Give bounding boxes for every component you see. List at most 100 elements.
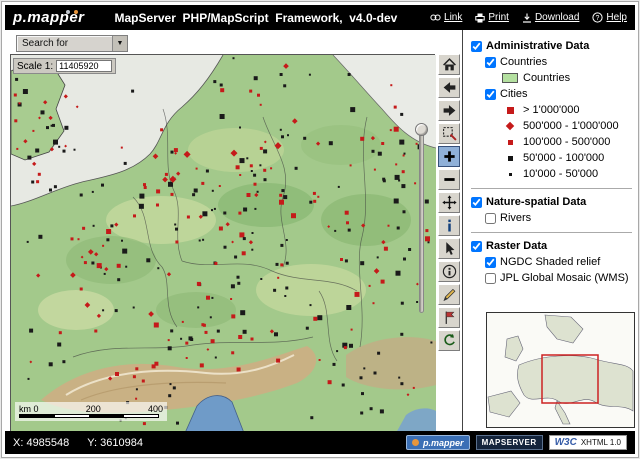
legend-symbol-cell bbox=[501, 73, 519, 83]
layer-checkbox-countries[interactable] bbox=[485, 56, 496, 68]
map-scalebar: km 0 200 400 bbox=[15, 402, 167, 421]
tool-refresh-button[interactable] bbox=[438, 330, 460, 351]
scale-label: Scale 1: bbox=[17, 60, 54, 72]
search-for-label: Search for bbox=[22, 38, 69, 49]
group-checkbox-administrative[interactable] bbox=[471, 40, 482, 52]
help-label: Help bbox=[606, 12, 627, 23]
legend-layer-row: Cities bbox=[471, 86, 632, 102]
tool-zoom-out-button[interactable] bbox=[438, 169, 460, 190]
svg-text:?: ? bbox=[596, 15, 600, 22]
legend-symbol-cell bbox=[501, 172, 519, 176]
footer-badges: p.mapper MAPSERVER W3C XHTML 1.0 bbox=[406, 435, 627, 450]
w3c-badge-label: W3C bbox=[554, 437, 577, 448]
x-coordinate: X: 4985548 bbox=[13, 436, 70, 449]
map-canvas[interactable] bbox=[11, 55, 436, 433]
layer-label: JPL Global Mosaic (WMS) bbox=[500, 272, 629, 284]
help-link[interactable]: ? Help bbox=[592, 12, 627, 23]
app-window: p.mapper MapServer PHP/MapScript Framewo… bbox=[1, 1, 639, 458]
layer-label: Rivers bbox=[500, 212, 532, 224]
zoom-slider[interactable] bbox=[414, 123, 429, 315]
zoom-selected-icon bbox=[442, 126, 457, 141]
tool-add-point-button[interactable] bbox=[438, 307, 460, 328]
refresh-icon bbox=[442, 333, 457, 348]
search-for-dropdown[interactable]: Search for ▼ bbox=[16, 35, 128, 52]
layer-checkbox-jpl[interactable] bbox=[485, 272, 496, 284]
layer-checkbox-ngdc[interactable] bbox=[485, 256, 496, 268]
tool-pan-button[interactable] bbox=[438, 192, 460, 213]
green-fill-swatch bbox=[502, 73, 518, 83]
legend-symbol-cell bbox=[501, 155, 519, 161]
map-toolbar bbox=[438, 54, 462, 351]
tool-forward-button[interactable] bbox=[438, 100, 460, 121]
legend-group-label: Administrative Data bbox=[486, 40, 590, 52]
app-logo: p.mapper bbox=[13, 9, 93, 26]
home-icon bbox=[442, 57, 457, 72]
layer-checkbox-rivers[interactable] bbox=[485, 212, 496, 224]
arrow-right-icon bbox=[442, 103, 457, 118]
legend-layer-row: Countries bbox=[471, 54, 632, 70]
class-label: 50'000 - 100'000 bbox=[523, 152, 605, 164]
scalebar-zero-label: km 0 bbox=[19, 404, 39, 414]
zoom-slider-track[interactable] bbox=[419, 132, 424, 313]
group-checkbox-nature[interactable] bbox=[471, 196, 482, 208]
legend-group-administrative: Administrative Data Countries Countries … bbox=[471, 38, 632, 188]
download-icon bbox=[522, 13, 532, 23]
legend-group-raster: Raster Data NGDC Shaded relief JPL Globa… bbox=[471, 232, 632, 292]
tool-back-button[interactable] bbox=[438, 77, 460, 98]
tool-zoom-selected-button[interactable] bbox=[438, 123, 460, 144]
group-checkbox-raster[interactable] bbox=[471, 240, 482, 252]
status-bar: X: 4985548 Y: 3610984 p.mapper MAPSERVER… bbox=[5, 431, 635, 454]
tool-tooltip-button[interactable] bbox=[438, 261, 460, 282]
flag-icon bbox=[442, 310, 457, 325]
help-icon: ? bbox=[592, 12, 604, 23]
map-viewport[interactable]: Scale 1: km 0 200 400 bbox=[10, 54, 436, 433]
class-label: 500'000 - 1'000'000 bbox=[523, 120, 619, 132]
legend-group-label: Nature-spatial Data bbox=[486, 196, 587, 208]
minus-icon bbox=[442, 172, 457, 187]
print-label: Print bbox=[488, 12, 509, 23]
link-label: Link bbox=[444, 12, 463, 23]
legend-layer-row: JPL Global Mosaic (WMS) bbox=[471, 270, 632, 286]
w3c-xhtml-badge[interactable]: W3C XHTML 1.0 bbox=[548, 435, 627, 450]
download-label: Download bbox=[534, 12, 580, 23]
reference-map[interactable] bbox=[486, 312, 635, 428]
mapserver-badge[interactable]: MAPSERVER bbox=[475, 435, 543, 450]
legend-class-row: 500'000 - 1'000'000 bbox=[471, 118, 632, 134]
logo-orange-dot-icon bbox=[73, 10, 78, 14]
scale-input[interactable] bbox=[56, 60, 113, 72]
red-square-large-icon bbox=[506, 106, 514, 114]
legend-class-row: Countries bbox=[471, 70, 632, 86]
logo-gray-dot-icon bbox=[65, 10, 70, 14]
tool-zoom-in-button[interactable] bbox=[438, 146, 460, 167]
mapserver-badge-label: MAPSERVER bbox=[481, 438, 537, 447]
legend-group-row: Nature-spatial Data bbox=[471, 194, 632, 210]
class-label: 10'000 - 50'000 bbox=[523, 168, 599, 180]
tool-measure-button[interactable] bbox=[438, 284, 460, 305]
pmapper-badge-icon bbox=[412, 439, 420, 446]
dropdown-arrow-icon[interactable]: ▼ bbox=[112, 36, 127, 51]
layer-label: Countries bbox=[500, 56, 548, 68]
link-link[interactable]: Link bbox=[430, 12, 462, 23]
header-links: Link Print Download ? Help bbox=[430, 12, 627, 23]
legend-layer-row: Rivers bbox=[471, 210, 632, 226]
print-link[interactable]: Print bbox=[475, 12, 509, 23]
cursor-coordinates: X: 4985548 Y: 3610984 bbox=[13, 437, 143, 449]
layer-label: Cities bbox=[500, 88, 528, 100]
zoom-slider-handle[interactable] bbox=[415, 123, 428, 136]
legend-symbol-cell bbox=[501, 139, 519, 145]
link-icon bbox=[430, 13, 441, 22]
scalebar-bar bbox=[19, 414, 159, 418]
pmapper-badge[interactable]: p.mapper bbox=[406, 435, 470, 450]
download-link[interactable]: Download bbox=[522, 12, 579, 23]
info-circle-icon bbox=[442, 264, 457, 279]
legend-symbol-cell bbox=[501, 106, 519, 114]
layer-checkbox-cities[interactable] bbox=[485, 88, 496, 100]
red-diamond-icon bbox=[505, 121, 515, 131]
scale-box: Scale 1: bbox=[13, 58, 117, 74]
tool-home-button[interactable] bbox=[438, 54, 460, 75]
legend-group-row: Administrative Data bbox=[471, 38, 632, 54]
y-coordinate: Y: 3610984 bbox=[87, 436, 143, 449]
legend-class-row: > 1'000'000 bbox=[471, 102, 632, 118]
tool-identify-button[interactable] bbox=[438, 215, 460, 236]
tool-select-button[interactable] bbox=[438, 238, 460, 259]
